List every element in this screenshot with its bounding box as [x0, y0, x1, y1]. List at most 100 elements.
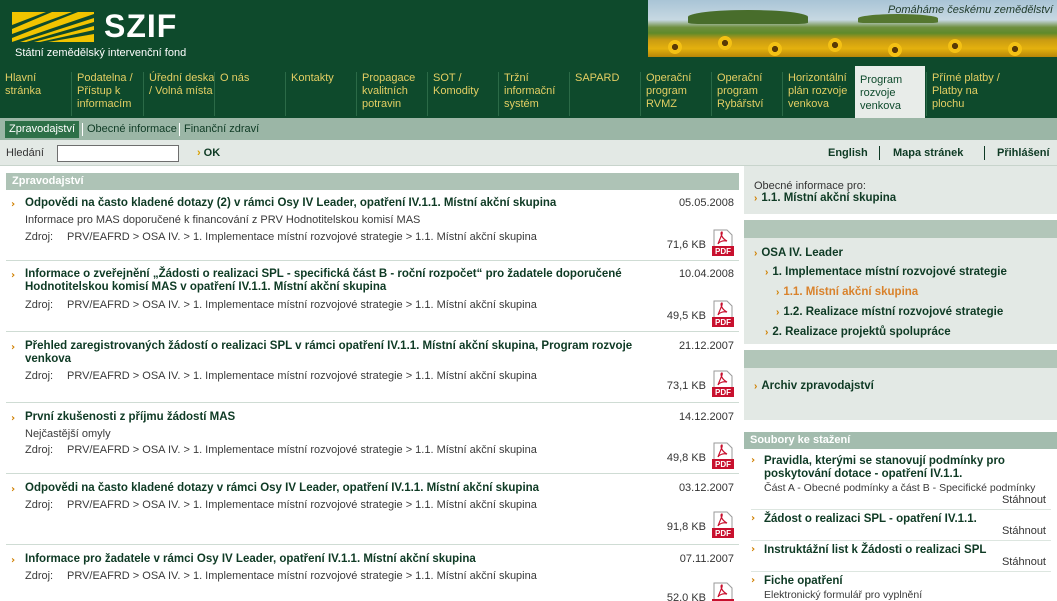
search-ok-button[interactable]: › OK [197, 147, 220, 159]
tree-item-osa-iv[interactable]: › OSA IV. Leader [754, 247, 843, 259]
tree-item-label: OSA IV. Leader [761, 247, 843, 259]
subnav-zpravodajstvi[interactable]: Zpravodajství [5, 121, 80, 138]
login-link[interactable]: Přihlášení [997, 147, 1050, 159]
pdf-icon[interactable]: PDF [711, 511, 735, 539]
news-date: 03.12.2007 [678, 482, 734, 494]
nav-item-sot-komodity[interactable]: SOT / Komodity [427, 72, 498, 116]
toplink-divider [984, 146, 985, 160]
pdf-icon[interactable]: PDF [711, 370, 735, 398]
nav-item-o-nas[interactable]: O nás [214, 72, 285, 116]
chevron-right-icon: › [11, 484, 16, 495]
news-source-path[interactable]: PRV/EAFRD > OSA IV. > 1. Implementace mí… [67, 299, 537, 311]
download-item-title[interactable]: Fiche opatření [764, 575, 1034, 588]
news-source-label: Zdroj: [25, 499, 54, 511]
news-source-path[interactable]: PRV/EAFRD > OSA IV. > 1. Implementace mí… [67, 231, 537, 243]
news-title-link[interactable]: První zkušenosti z příjmu žádostí MAS [25, 411, 645, 424]
sunflower-decor [888, 43, 902, 57]
file-size: 49,5 KB [666, 310, 706, 322]
file-size: 49,8 KB [666, 452, 706, 464]
news-content: Zpravodajství › Odpovědi na často kladen… [0, 166, 744, 601]
chevron-right-icon: › [11, 413, 16, 424]
news-date: 10.04.2008 [678, 268, 734, 280]
subnav-obecne-informace[interactable]: Obecné informace [83, 121, 181, 138]
tree-item-label: 1. Implementace místní rozvojové strateg… [772, 266, 1007, 278]
download-item-title[interactable]: Pravidla, kterými se stanovují podmínky … [764, 455, 1034, 481]
nav-item-kontakty[interactable]: Kontakty [285, 72, 356, 116]
logo-text: SZIF [104, 8, 178, 44]
news-source-label: Zdroj: [25, 299, 54, 311]
sunflower-decor [718, 36, 732, 50]
file-size: 71,6 KB [666, 239, 706, 251]
sunflower-decor [948, 39, 962, 53]
nav-item-hlavni-stranka[interactable]: Hlavní stránka [0, 72, 70, 116]
nav-item-sapard[interactable]: SAPARD [569, 72, 640, 116]
news-item: › Přehled zaregistrovaných žádostí o rea… [6, 340, 739, 398]
nav-item-propagace[interactable]: Propagace kvalitních potravin [356, 72, 427, 116]
header-tagline: Pomáháme českému zemědělství [887, 4, 1053, 16]
ok-label: OK [203, 147, 221, 159]
chevron-right-icon: › [11, 555, 16, 566]
general-info-link[interactable]: › 1.1. Místní akční skupina [754, 192, 896, 204]
nav-item-program-rozvoje-venkova[interactable]: Program rozvoje venkova [855, 66, 925, 118]
tree-item-projekty-spoluprace[interactable]: › 2. Realizace projektů spolupráce [765, 326, 951, 338]
nav-item-uredni-deska[interactable]: Úřední deska / Volná místa [143, 72, 215, 116]
sub-navigation: Zpravodajství Obecné informace Finanční … [0, 118, 1057, 140]
nav-item-op-rybarstvi[interactable]: Operační program Rybářství [711, 72, 782, 116]
nav-item-podatelna[interactable]: Podatelna / Přístup k informacím [71, 72, 143, 116]
search-input[interactable] [57, 145, 179, 162]
news-title-link[interactable]: Informace pro žadatele v rámci Osy IV Le… [25, 553, 645, 566]
chevron-right-icon: › [751, 455, 756, 466]
download-item-title[interactable]: Žádost o realizaci SPL - opatření IV.1.1… [764, 513, 1034, 526]
tree-item-mistni-akcni-skupina[interactable]: › 1.1. Místní akční skupina [776, 286, 918, 298]
news-title-link[interactable]: Odpovědi na často kladené dotazy (2) v r… [25, 197, 645, 210]
tree-item-label: 1.2. Realizace místní rozvojové strategi… [783, 306, 1004, 318]
toplink-divider [879, 146, 880, 160]
nav-item-trzni-informacni-system[interactable]: Tržní informační systém [498, 72, 569, 116]
nav-item-op-rvmz[interactable]: Operační program RVMZ [640, 72, 711, 116]
chevron-right-icon: › [776, 307, 780, 318]
search-label: Hledání [6, 147, 44, 159]
chevron-right-icon: › [751, 575, 756, 586]
download-button[interactable]: Stáhnout [1002, 525, 1046, 537]
news-title-link[interactable]: Informace o zveřejnění „Žádosti o realiz… [25, 268, 645, 294]
szif-logo[interactable]: SZIF Státní zemědělský intervenční fond [12, 8, 202, 60]
tree-item-realizace-strategie[interactable]: › 1.2. Realizace místní rozvojové strateg… [776, 306, 1003, 318]
tree-item-implementace[interactable]: › 1. Implementace místní rozvojové strate… [765, 266, 1007, 278]
pdf-icon[interactable]: PDF [711, 582, 735, 601]
chevron-right-icon: › [754, 193, 758, 204]
chevron-right-icon: › [751, 544, 756, 555]
download-item-desc: Část A - Obecné podmínky a část B - Spec… [764, 482, 1036, 494]
download-item-title[interactable]: Instruktážní list k Žádosti o realizaci … [764, 544, 1034, 557]
news-source-path[interactable]: PRV/EAFRD > OSA IV. > 1. Implementace mí… [67, 570, 537, 582]
pdf-icon[interactable]: PDF [711, 300, 735, 328]
archive-link[interactable]: › Archiv zpravodajství [754, 380, 874, 392]
right-sidebar: Obecné informace pro: › 1.1. Místní akční… [744, 166, 1057, 601]
nav-item-hrdp[interactable]: Horizontální plán rozvoje venkova [782, 72, 853, 116]
news-divider [6, 331, 739, 332]
sidebar-band [744, 350, 1057, 368]
pdf-icon[interactable]: PDF [711, 229, 735, 257]
svg-text:PDF: PDF [715, 388, 731, 397]
news-source-path[interactable]: PRV/EAFRD > OSA IV. > 1. Implementace mí… [67, 370, 537, 382]
sunflower-decor [828, 38, 842, 52]
news-title-link[interactable]: Přehled zaregistrovaných žádostí o reali… [25, 340, 645, 366]
main-navigation: Hlavní stránka Podatelna / Přístup k inf… [0, 66, 1057, 118]
chevron-right-icon: › [197, 147, 201, 159]
news-title-link[interactable]: Odpovědi na často kladené dotazy v rámci… [25, 482, 645, 495]
pdf-icon[interactable]: PDF [711, 442, 735, 470]
chevron-right-icon: › [765, 327, 769, 338]
news-item: › První zkušenosti z příjmu žádostí MAS … [6, 411, 739, 469]
sidebar-spacer [744, 420, 1057, 432]
subnav-financni-zdravi[interactable]: Finanční zdraví [180, 121, 263, 138]
download-button[interactable]: Stáhnout [1002, 494, 1046, 506]
news-source-path[interactable]: PRV/EAFRD > OSA IV. > 1. Implementace mí… [67, 444, 537, 456]
news-divider [6, 544, 739, 545]
download-button[interactable]: Stáhnout [1002, 556, 1046, 568]
file-size: 91,8 KB [666, 521, 706, 533]
archive-link-label: Archiv zpravodajství [761, 380, 874, 392]
downloads-divider [751, 509, 1051, 510]
sitemap-link[interactable]: Mapa stránek [893, 147, 963, 159]
news-source-path[interactable]: PRV/EAFRD > OSA IV. > 1. Implementace mí… [67, 499, 537, 511]
english-link[interactable]: English [828, 147, 868, 159]
nav-item-prime-platby[interactable]: Přímé platby / Platby na plochu [926, 72, 1006, 116]
